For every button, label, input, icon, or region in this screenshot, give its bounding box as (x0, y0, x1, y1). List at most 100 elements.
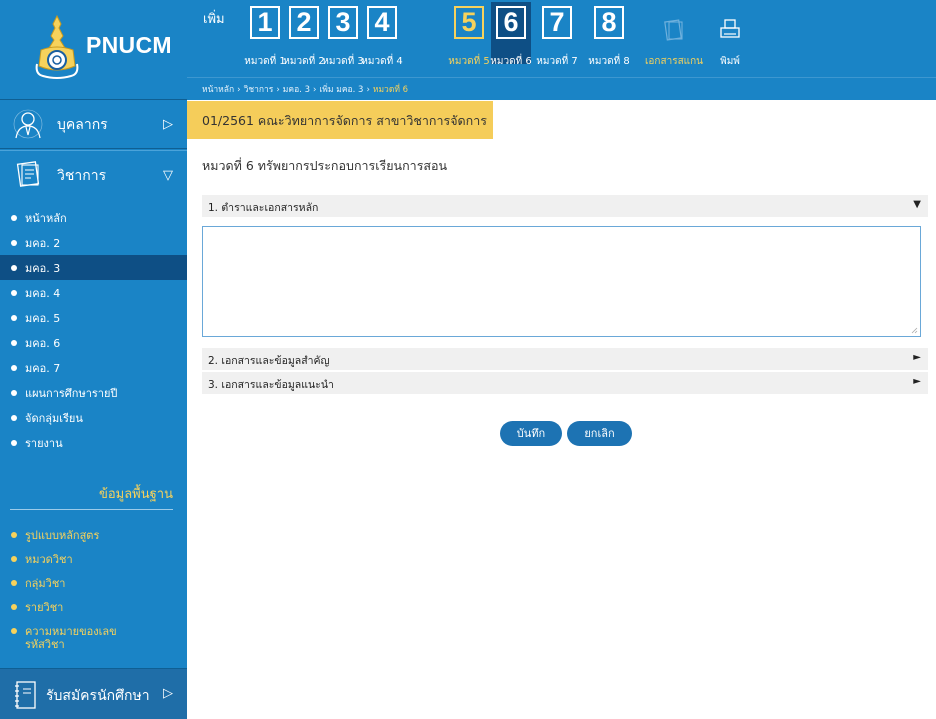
sidebar-item-tqf3[interactable]: มคอ. 3 (0, 255, 187, 280)
breadcrumb-item[interactable]: วิชาการ (244, 85, 274, 95)
sidebar-item-label: หน้าหลัก (25, 211, 67, 225)
caret-right-icon: ► (913, 352, 921, 363)
chapter-number: 7 (542, 6, 572, 39)
bullet-icon (11, 628, 17, 634)
sidebar-item-tqf7[interactable]: มคอ. 7 (0, 355, 187, 380)
bullet-icon (11, 239, 17, 246)
chevron-right-icon: ▷ (163, 686, 173, 701)
sidebar-item-tqf2[interactable]: มคอ. 2 (0, 230, 187, 255)
scan-docs-button[interactable]: เอกสารสแกน (645, 18, 703, 68)
sidebar-item-subject-group[interactable]: กลุ่มวิชา (0, 572, 187, 596)
chapter-caption: หมวดที่ 7 (536, 56, 578, 67)
accordion-important-documents[interactable]: 2. เอกสารและข้อมูลสำคัญ ► (202, 348, 928, 370)
chapter-number: 5 (454, 6, 484, 39)
textbooks-textarea-container (202, 226, 921, 337)
logo-text: PNUCM (86, 32, 172, 58)
bullet-icon (11, 214, 17, 221)
add-label: เพิ่ม (203, 12, 225, 27)
chapter-number: 1 (250, 6, 280, 39)
sidebar-admission-label: รับสมัครนักศึกษา (46, 688, 150, 704)
sidebar-item-label: มคอ. 3 (25, 261, 61, 275)
cancel-button[interactable]: ยกเลิก (567, 421, 632, 446)
sidebar-item-tqf5[interactable]: มคอ. 5 (0, 305, 187, 330)
person-icon (13, 109, 43, 139)
chapter-number: 8 (594, 6, 624, 39)
sidebar-item-reports[interactable]: รายงาน (0, 430, 187, 455)
sidebar-item-curriculum-format[interactable]: รูปแบบหลักสูตร (0, 524, 187, 548)
sidebar-item-class-groups[interactable]: จัดกลุ่มเรียน (0, 405, 187, 430)
sidebar-section-academic[interactable]: วิชาการ ▽ (0, 150, 187, 200)
sidebar-item-tqf4[interactable]: มคอ. 4 (0, 280, 187, 305)
bullet-icon (11, 314, 17, 321)
sidebar-item-study-plan[interactable]: แผนการศึกษารายปี (0, 380, 187, 405)
logo-area[interactable]: PNUCM (0, 0, 187, 100)
breadcrumb-item[interactable]: เพิ่ม มคอ. 3 (319, 85, 363, 95)
bullet-icon (11, 439, 17, 446)
printer-icon (720, 19, 740, 38)
notebook-icon (15, 681, 36, 709)
bullet-icon (11, 604, 17, 610)
bullet-icon (11, 389, 17, 396)
tab-chapter-4[interactable]: 4 หมวดที่ 4 (361, 2, 403, 67)
chapter-caption: หมวดที่ 4 (361, 56, 403, 67)
tab-chapter-5[interactable]: 5 หมวดที่ 5 (448, 2, 490, 67)
chapter-number: 6 (496, 6, 526, 39)
base-data-title: ข้อมูลพื้นฐาน (98, 487, 173, 502)
sidebar-item-subject-category[interactable]: หมวดวิชา (0, 548, 187, 572)
sidebar-item-courses[interactable]: รายวิชา (0, 596, 187, 620)
bullet-icon (11, 556, 17, 562)
sidebar-item-label: กลุ่มวิชา (25, 577, 66, 590)
chevron-right-icon: ▷ (163, 117, 173, 132)
sidebar-item-label: มคอ. 6 (25, 336, 61, 350)
sidebar-item-home[interactable]: หน้าหลัก (0, 205, 187, 230)
bullet-icon (11, 264, 17, 271)
base-data-menu: รูปแบบหลักสูตร หมวดวิชา กลุ่มวิชา รายวิช… (0, 524, 187, 651)
accordion-label: 2. เอกสารและข้อมูลสำคัญ (208, 355, 330, 367)
bullet-icon (11, 289, 17, 296)
tab-chapter-8[interactable]: 8 หมวดที่ 8 (588, 2, 630, 67)
breadcrumb-item[interactable]: หน้าหลัก (202, 85, 234, 95)
sidebar-item-course-code-meaning[interactable]: ความหมายของเลขรหัสวิชา (0, 620, 120, 651)
academic-menu: หน้าหลัก มคอ. 2 มคอ. 3 มคอ. 4 มคอ. 5 มคอ… (0, 205, 187, 455)
print-label: พิมพ์ (720, 56, 740, 67)
sidebar-section-personnel[interactable]: บุคลากร ▷ (0, 101, 187, 149)
course-banner: 01/2561 คณะวิทยาการจัดการ สาขาวิชาการจัด… (187, 101, 493, 139)
sidebar-item-label: รายงาน (25, 436, 63, 450)
document-icon (664, 19, 683, 41)
chapter-number: 4 (367, 6, 397, 39)
sidebar-item-label: มคอ. 7 (25, 361, 61, 375)
sidebar-item-label: มคอ. 4 (25, 286, 61, 300)
accordion-recommended-documents[interactable]: 3. เอกสารและข้อมูลแนะนำ ► (202, 372, 928, 394)
textbooks-textarea[interactable] (203, 227, 920, 336)
sidebar-item-label: รายวิชา (25, 601, 64, 614)
scan-docs-label: เอกสารสแกน (645, 56, 704, 67)
tab-chapter-7[interactable]: 7 หมวดที่ 7 (536, 2, 578, 67)
bullet-icon (11, 414, 17, 421)
sidebar-section-admission[interactable]: รับสมัครนักศึกษา ▷ (0, 668, 187, 719)
sidebar-academic-label: วิชาการ (57, 167, 107, 184)
sidebar-personnel-label: บุคลากร (57, 116, 108, 133)
resize-grip-icon[interactable] (911, 327, 918, 334)
breadcrumb-item[interactable]: มคอ. 3 (283, 85, 310, 95)
accordion-label: 1. ตำราและเอกสารหลัก (208, 202, 319, 214)
sidebar-item-label: ความหมายของเลขรหัสวิชา (25, 625, 117, 651)
breadcrumb-current: หมวดที่ 6 (372, 85, 409, 95)
save-button[interactable]: บันทึก (500, 421, 562, 446)
sidebar-item-label: มคอ. 2 (25, 236, 61, 250)
print-button[interactable]: พิมพ์ (707, 18, 753, 68)
divider (10, 509, 173, 510)
breadcrumb: หน้าหลัก › วิชาการ › มคอ. 3 › เพิ่ม มคอ. 3 › หมว… (187, 77, 936, 100)
document-icon (16, 161, 40, 187)
chevron-down-icon: ▽ (163, 168, 173, 183)
base-data-heading: ข้อมูลพื้นฐาน (0, 480, 187, 510)
chapter-number: 2 (289, 6, 319, 39)
chapter-caption: หมวดที่ 6 (490, 56, 532, 67)
sidebar-item-label: รูปแบบหลักสูตร (25, 529, 100, 542)
tab-chapter-6[interactable]: 6 หมวดที่ 6 (490, 2, 532, 67)
sidebar-item-label: จัดกลุ่มเรียน (25, 411, 83, 425)
sidebar-item-tqf6[interactable]: มคอ. 6 (0, 330, 187, 355)
bullet-icon (11, 339, 17, 346)
accordion-main-textbooks[interactable]: 1. ตำราและเอกสารหลัก ▼ (202, 195, 928, 217)
sidebar-item-label: แผนการศึกษารายปี (25, 386, 118, 400)
chapter-caption: หมวดที่ 8 (588, 56, 630, 67)
